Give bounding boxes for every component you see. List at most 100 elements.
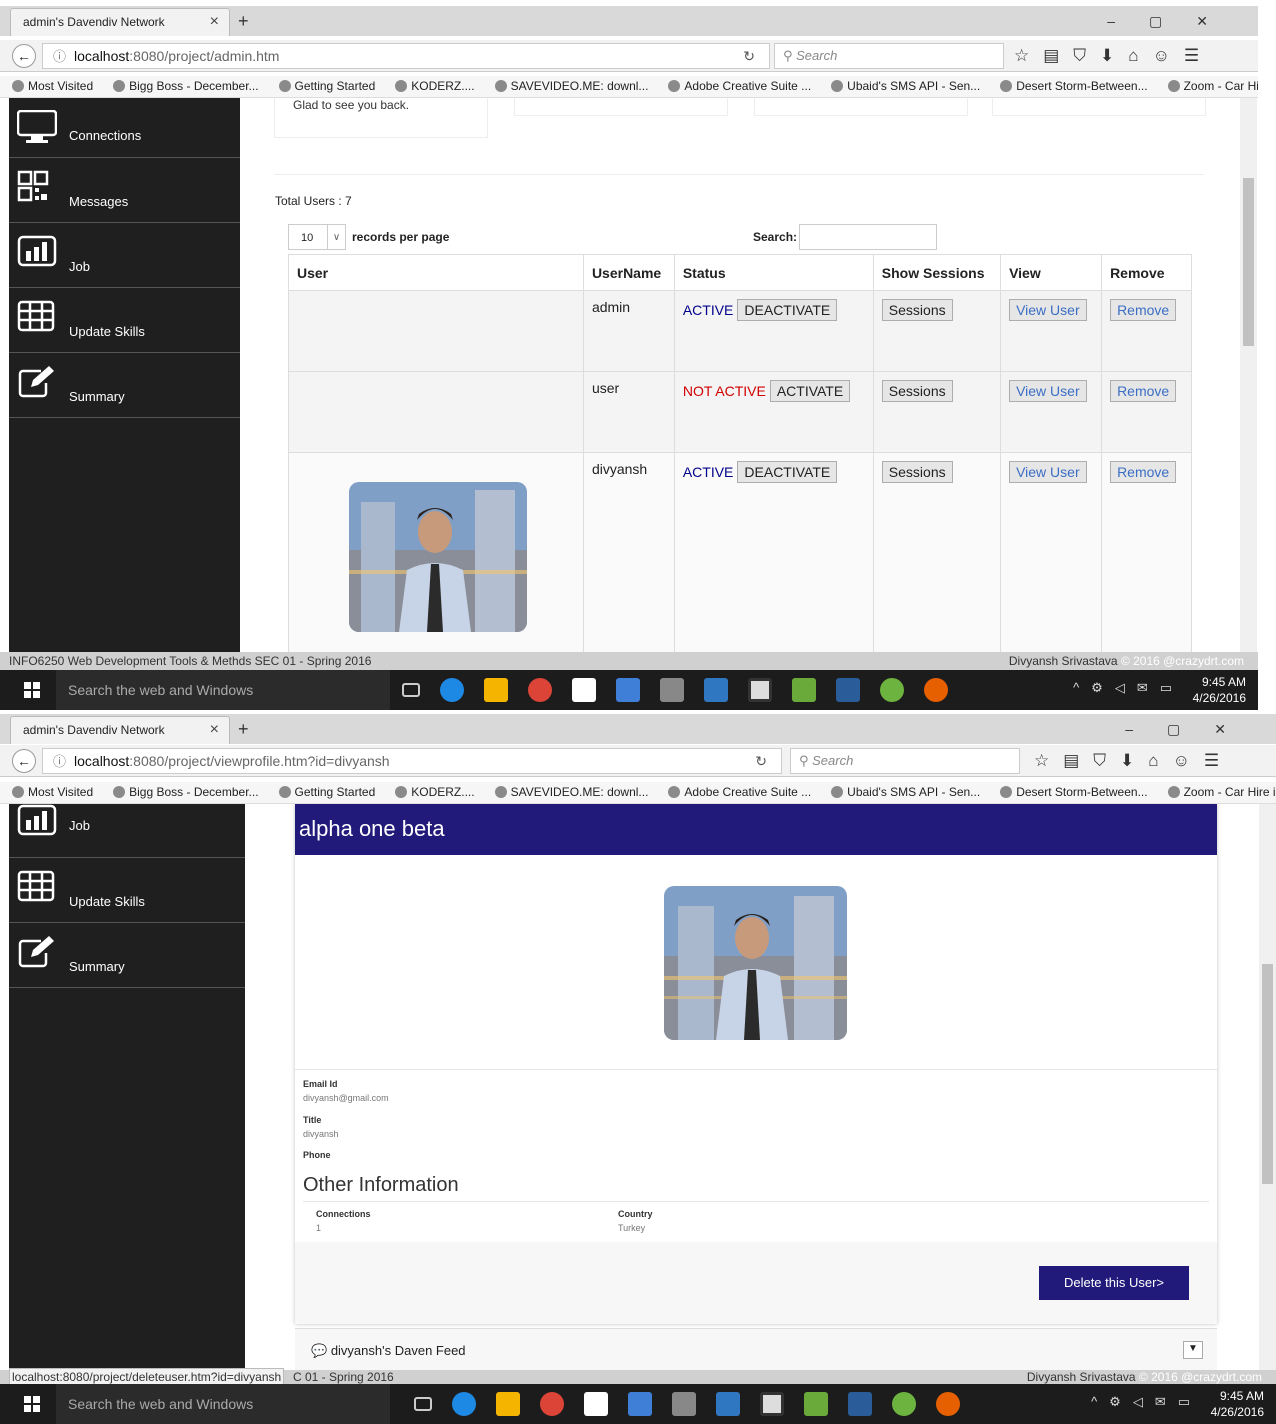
- bookmark-item[interactable]: Most Visited: [12, 79, 103, 93]
- edge-icon[interactable]: [440, 678, 464, 702]
- new-tab-icon[interactable]: +: [238, 716, 249, 742]
- bookmark-item[interactable]: Bigg Boss - December...: [113, 79, 268, 93]
- page-scrollbar[interactable]: [1240, 98, 1257, 652]
- chevron-down-icon[interactable]: ▼: [1183, 1341, 1203, 1359]
- sessions-button[interactable]: Sessions: [881, 380, 953, 402]
- windows-start-icon[interactable]: [24, 1396, 40, 1412]
- window-controls[interactable]: –▢✕: [1107, 8, 1242, 34]
- footer-copyright[interactable]: © 2016 @crazydrt.com: [1121, 654, 1244, 668]
- box-icon[interactable]: [616, 678, 640, 702]
- app-icon[interactable]: [836, 678, 860, 702]
- info-icon[interactable]: ⓘ: [53, 754, 66, 769]
- col-status[interactable]: Status: [673, 254, 874, 291]
- system-clock[interactable]: 9:45 AM 4/26/2016: [1193, 674, 1246, 706]
- sidebar-item-summary[interactable]: Summary: [9, 353, 240, 418]
- bookmark-item[interactable]: Zoom - Car Hire in Ba...: [1167, 79, 1258, 93]
- remove-button[interactable]: Remove: [1110, 380, 1177, 402]
- window-controls[interactable]: –▢✕: [1125, 716, 1260, 742]
- sessions-button[interactable]: Sessions: [881, 461, 953, 483]
- firefox-icon[interactable]: [924, 678, 948, 702]
- delete-user-button[interactable]: Delete this User>: [1039, 1266, 1189, 1300]
- url-bar[interactable]: ⓘ localhost:8080/project/admin.htm ↻: [42, 43, 770, 69]
- close-tab-icon[interactable]: ×: [210, 9, 219, 35]
- app-icon[interactable]: [704, 678, 728, 702]
- browser-search-input[interactable]: ⚲ Search: [774, 43, 1004, 69]
- bookmark-item[interactable]: Ubaid's SMS API - Sen...: [831, 785, 990, 799]
- footer-copyright[interactable]: © 2016 @crazydrt.com: [1139, 1370, 1262, 1384]
- bookmark-item[interactable]: Adobe Creative Suite ...: [668, 79, 821, 93]
- store-icon[interactable]: [572, 678, 596, 702]
- task-view-icon[interactable]: [414, 1397, 432, 1411]
- toolbar-icons[interactable]: ☆▤⛉⬇⌂☺☰: [1034, 749, 1233, 773]
- col-username[interactable]: UserName: [582, 254, 675, 291]
- taskbar-search[interactable]: Search the web and Windows: [56, 1384, 390, 1424]
- sidebar-item-job[interactable]: Job: [9, 223, 240, 288]
- bookmark-item[interactable]: KODERZ....: [395, 785, 484, 799]
- spring-icon[interactable]: [880, 678, 904, 702]
- bookmark-item[interactable]: Getting Started: [278, 785, 386, 799]
- chrome-icon[interactable]: [540, 1392, 564, 1416]
- sidebar-item-update-skills[interactable]: Update Skills: [9, 288, 240, 353]
- app-icon[interactable]: [716, 1392, 740, 1416]
- info-icon[interactable]: ⓘ: [53, 49, 66, 64]
- app-icon[interactable]: [672, 1392, 696, 1416]
- bookmark-item[interactable]: SAVEVIDEO.ME: downl...: [494, 785, 659, 799]
- bookmark-item[interactable]: Bigg Boss - December...: [113, 785, 268, 799]
- sidebar-item-update-skills[interactable]: Update Skills: [9, 858, 245, 923]
- chevron-down-icon[interactable]: ∨: [327, 225, 345, 249]
- remove-button[interactable]: Remove: [1110, 461, 1177, 483]
- edge-icon[interactable]: [452, 1392, 476, 1416]
- chrome-icon[interactable]: [528, 678, 552, 702]
- reload-icon[interactable]: ↻: [743, 44, 755, 68]
- task-view-icon[interactable]: [402, 683, 420, 697]
- records-per-page-select[interactable]: 10 ∨: [288, 224, 346, 250]
- feed-panel[interactable]: 💬 divyansh's Daven Feed ▼: [295, 1328, 1217, 1372]
- view-user-button[interactable]: View User: [1009, 380, 1087, 402]
- browser-search-input[interactable]: ⚲ Search: [790, 748, 1020, 774]
- toggle-status-button[interactable]: ACTIVATE: [769, 380, 851, 402]
- scrollbar-thumb[interactable]: [1243, 178, 1254, 346]
- app-icon[interactable]: [792, 678, 816, 702]
- file-explorer-icon[interactable]: [484, 678, 508, 702]
- terminal-icon[interactable]: [748, 678, 772, 702]
- sidebar-item-summary[interactable]: Summary: [9, 923, 245, 988]
- reload-icon[interactable]: ↻: [755, 749, 767, 773]
- bookmark-item[interactable]: Most Visited: [12, 785, 103, 799]
- toggle-status-button[interactable]: DEACTIVATE: [737, 299, 838, 321]
- bookmark-item[interactable]: Zoom - Car Hire in Ba...: [1167, 785, 1276, 799]
- page-scrollbar[interactable]: [1259, 804, 1276, 1370]
- box-icon[interactable]: [628, 1392, 652, 1416]
- back-icon[interactable]: ←: [12, 44, 36, 68]
- close-tab-icon[interactable]: ×: [210, 717, 219, 743]
- toggle-status-button[interactable]: DEACTIVATE: [737, 461, 838, 483]
- table-search-input[interactable]: [799, 224, 937, 250]
- browser-tab[interactable]: admin's Davendiv Network ×: [10, 716, 230, 744]
- bookmark-item[interactable]: Ubaid's SMS API - Sen...: [831, 79, 990, 93]
- firefox-icon[interactable]: [936, 1392, 960, 1416]
- remove-button[interactable]: Remove: [1110, 299, 1177, 321]
- browser-tab[interactable]: admin's Davendiv Network ×: [10, 8, 230, 36]
- new-tab-icon[interactable]: +: [238, 8, 249, 34]
- back-icon[interactable]: ←: [12, 749, 36, 773]
- system-clock[interactable]: 9:45 AM 4/26/2016: [1211, 1388, 1264, 1420]
- view-user-button[interactable]: View User: [1009, 461, 1087, 483]
- sessions-button[interactable]: Sessions: [881, 299, 953, 321]
- col-user[interactable]: User: [288, 254, 584, 291]
- app-icon[interactable]: [660, 678, 684, 702]
- bookmark-item[interactable]: Desert Storm-Between...: [1000, 785, 1157, 799]
- col-remove[interactable]: Remove: [1101, 254, 1192, 291]
- app-icon[interactable]: [848, 1392, 872, 1416]
- bookmark-item[interactable]: Getting Started: [278, 79, 386, 93]
- spring-icon[interactable]: [892, 1392, 916, 1416]
- system-tray[interactable]: ^⚙◁✉▭: [1091, 1394, 1202, 1410]
- bookmark-item[interactable]: Adobe Creative Suite ...: [668, 785, 821, 799]
- sidebar-item-job[interactable]: Job: [9, 804, 245, 858]
- terminal-icon[interactable]: [760, 1392, 784, 1416]
- app-icon[interactable]: [804, 1392, 828, 1416]
- system-tray[interactable]: ^⚙◁✉▭: [1073, 680, 1184, 696]
- sidebar-item-connections[interactable]: Connections: [9, 98, 240, 158]
- col-view[interactable]: View: [1000, 254, 1103, 291]
- view-user-button[interactable]: View User: [1009, 299, 1087, 321]
- url-bar[interactable]: ⓘ localhost:8080/project/viewprofile.htm?…: [42, 748, 782, 774]
- sidebar-item-messages[interactable]: Messages: [9, 158, 240, 223]
